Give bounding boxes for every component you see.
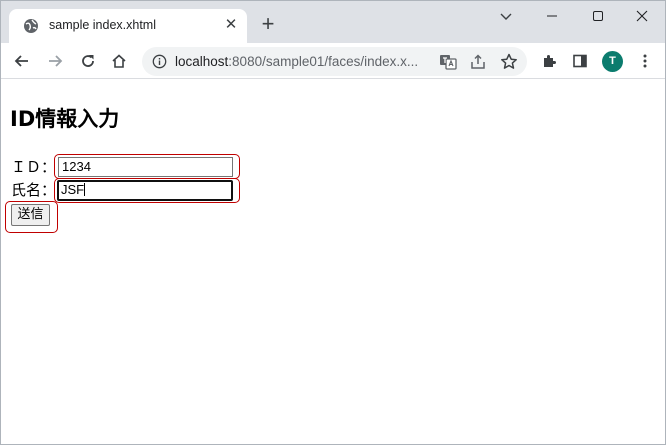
- share-icon[interactable]: [468, 52, 488, 72]
- bookmark-star-icon[interactable]: [499, 52, 519, 72]
- tab-active[interactable]: sample index.xhtml ✕: [9, 9, 247, 43]
- home-icon[interactable]: [108, 50, 130, 72]
- url-path: :8080/sample01/faces/index.x...: [228, 54, 419, 69]
- maximize-icon[interactable]: [575, 1, 621, 31]
- forward-arrow-icon[interactable]: [44, 50, 66, 72]
- page-content: ID情報入力 ＩＤ： 1234 氏名： JSF 送信: [1, 80, 665, 444]
- minimize-icon[interactable]: [529, 1, 575, 31]
- highlight-submit-button: [5, 201, 58, 233]
- new-tab-button[interactable]: +: [257, 13, 279, 36]
- browser-window: sample index.xhtml ✕ + localhost:8080/sa…: [0, 0, 666, 445]
- menu-dots-icon[interactable]: [634, 50, 656, 72]
- back-arrow-icon[interactable]: [11, 50, 33, 72]
- profile-avatar[interactable]: T: [602, 51, 623, 72]
- highlight-name-field: [54, 178, 240, 203]
- close-tab-icon[interactable]: ✕: [222, 16, 240, 34]
- site-info-icon[interactable]: [152, 54, 167, 69]
- highlight-id-field: [54, 154, 240, 179]
- tab-search-icon[interactable]: [483, 1, 529, 31]
- extensions-icon[interactable]: [538, 50, 560, 72]
- page-title: ID情報入力: [10, 107, 120, 131]
- browser-toolbar: localhost:8080/sample01/faces/index.x...…: [1, 43, 665, 79]
- side-panel-icon[interactable]: [569, 50, 591, 72]
- tab-strip: sample index.xhtml ✕ +: [1, 1, 665, 43]
- url-host: localhost: [175, 54, 229, 69]
- address-bar[interactable]: localhost:8080/sample01/faces/index.x...: [142, 47, 527, 76]
- translate-icon[interactable]: [438, 52, 458, 72]
- tab-title: sample index.xhtml: [49, 18, 156, 32]
- url-text[interactable]: localhost:8080/sample01/faces/index.x...: [175, 54, 418, 69]
- globe-icon: [23, 18, 39, 34]
- close-window-icon[interactable]: [619, 1, 665, 31]
- name-label: 氏名：: [11, 181, 57, 199]
- reload-icon[interactable]: [77, 50, 99, 72]
- id-label: ＩＤ：: [11, 158, 57, 176]
